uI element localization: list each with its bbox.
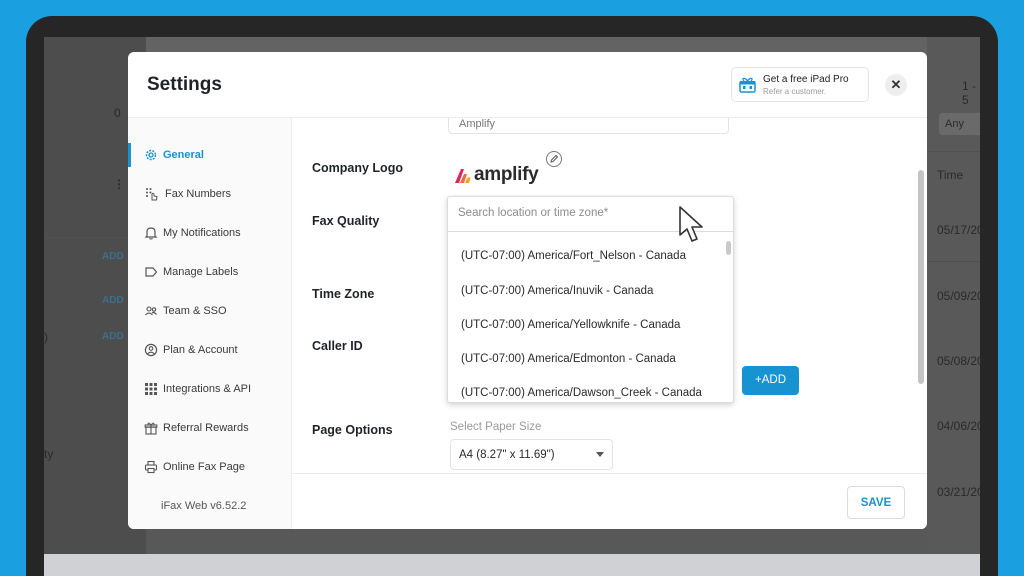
page-options-label: Page Options (312, 423, 393, 437)
sidebar-item-label: Online Fax Page (163, 461, 245, 473)
tag-icon (145, 267, 158, 277)
background-time-header: Time (937, 168, 964, 182)
sidebar-item-manage-labels[interactable]: Manage Labels (128, 257, 292, 287)
sidebar-item-referral-rewards[interactable]: Referral Rewards (128, 413, 292, 443)
background-divider (927, 151, 980, 152)
gift-icon (739, 77, 756, 93)
app-version: iFax Web v6.52.2 (161, 500, 247, 512)
logo-text: amplify (474, 164, 539, 185)
modal-title: Settings (147, 74, 222, 95)
bell-icon (144, 227, 158, 240)
promo-subtitle: Refer a customer. (763, 87, 827, 96)
paper-size-select[interactable]: A4 (8.27" x 11.69") (450, 439, 613, 470)
background-date: 04/06/20 (937, 419, 980, 433)
dropdown-scrollbar[interactable] (726, 241, 731, 255)
sidebar-item-label: General (163, 149, 204, 161)
settings-modal: Settings Get a free iPad Pro Refer a cus… (128, 52, 927, 529)
timezone-option[interactable]: (UTC-07:00) America/Yellowknife - Canada (461, 319, 680, 331)
sidebar-item-notifications[interactable]: My Notifications (128, 218, 292, 248)
sidebar-item-label: My Notifications (163, 227, 241, 239)
settings-sidebar: General Fax Numbers My Notifications Man… (128, 118, 292, 529)
background-filter: Any (939, 113, 980, 135)
sidebar-item-label: Referral Rewards (163, 422, 249, 434)
background-fragment: ty (44, 447, 54, 461)
save-button[interactable]: SAVE (847, 486, 905, 519)
promo-title: Get a free iPad Pro (763, 74, 849, 85)
user-circle-icon (144, 343, 158, 357)
background-date: 05/17/20 (937, 223, 980, 237)
pencil-icon (550, 154, 559, 163)
printer-icon (144, 460, 158, 474)
gift-icon (144, 422, 158, 435)
users-icon (145, 306, 157, 316)
sidebar-item-online-fax-page[interactable]: Online Fax Page (128, 452, 292, 482)
amplify-logo-mark-icon (455, 169, 471, 183)
device-bottom-bar (44, 554, 980, 576)
background-add-link: ADD (102, 251, 124, 262)
caret-down-icon (596, 452, 604, 457)
background-more-icon: ⋮ (113, 177, 125, 191)
modal-footer: SAVE (292, 473, 927, 529)
company-logo-label: Company Logo (312, 161, 403, 175)
sidebar-item-label: Integrations & API (163, 383, 252, 395)
close-button[interactable]: ✕ (885, 74, 907, 96)
sidebar-item-team-sso[interactable]: Team & SSO (128, 296, 292, 326)
background-add-link: ADD (102, 295, 124, 306)
sidebar-item-fax-numbers[interactable]: Fax Numbers (128, 179, 292, 209)
sidebar-item-plan-account[interactable]: Plan & Account (128, 335, 292, 365)
sidebar-item-integrations-api[interactable]: Integrations & API (128, 374, 292, 404)
sidebar-item-general[interactable]: General (128, 140, 292, 170)
grid-icon (145, 383, 157, 395)
gear-icon (145, 149, 157, 161)
fax-quality-label: Fax Quality (312, 214, 380, 228)
background-fragment: ) (44, 330, 48, 344)
add-caller-id-button[interactable]: +ADD (742, 366, 799, 395)
background-date: 03/21/20 (937, 485, 980, 499)
referral-promo-button[interactable]: Get a free iPad Pro Refer a customer. (731, 67, 869, 102)
timezone-option[interactable]: (UTC-07:00) America/Dawson_Creek - Canad… (461, 387, 702, 399)
keypad-hand-icon (146, 188, 158, 201)
caller-id-label: Caller ID (312, 339, 363, 353)
background-date: 05/09/20 (937, 289, 980, 303)
background-date: 05/08/20 (937, 354, 980, 368)
sidebar-item-label: Plan & Account (163, 344, 238, 356)
background-page-range: 1 - 5 (962, 79, 977, 107)
close-icon: ✕ (890, 77, 902, 92)
timezone-option[interactable]: (UTC-07:00) America/Fort_Nelson - Canada (461, 250, 686, 262)
mouse-pointer-icon (679, 206, 703, 242)
edit-logo-button[interactable] (546, 151, 562, 167)
timezone-option[interactable]: (UTC-07:00) America/Edmonton - Canada (461, 353, 676, 365)
background-add-link: ADD (102, 331, 124, 342)
modal-header: Settings Get a free iPad Pro Refer a cus… (128, 52, 927, 118)
background-count: 0 (114, 106, 121, 120)
company-name-input[interactable]: Amplify (448, 118, 729, 134)
paper-size-value: A4 (8.27" x 11.69") (459, 449, 555, 461)
time-zone-label: Time Zone (312, 287, 375, 301)
timezone-option[interactable]: (UTC-07:00) America/Inuvik - Canada (461, 285, 653, 297)
paper-size-hint: Select Paper Size (450, 421, 542, 433)
sidebar-item-label: Manage Labels (163, 266, 239, 278)
background-divider (927, 261, 980, 262)
sidebar-item-label: Team & SSO (163, 305, 227, 317)
content-scrollbar[interactable] (918, 170, 924, 384)
settings-content: Amplify Company Logo amplify Fax Quality… (292, 118, 927, 473)
sidebar-item-label: Fax Numbers (165, 188, 232, 200)
